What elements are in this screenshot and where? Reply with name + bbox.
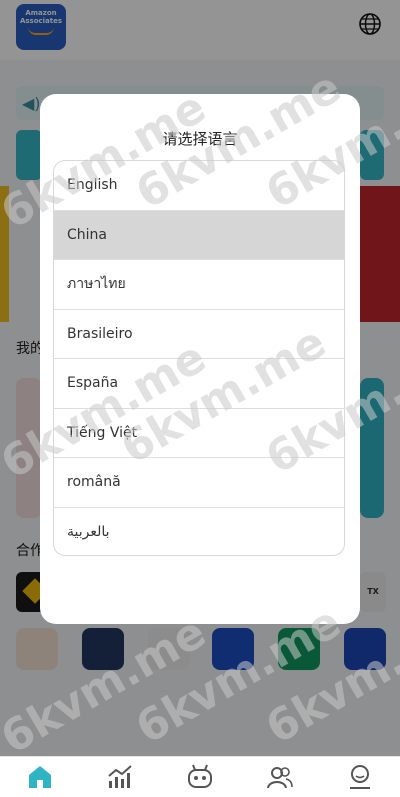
chart-icon[interactable] [106, 763, 134, 791]
language-option-vietnamese[interactable]: Tiếng Việt [54, 409, 344, 458]
language-option-brasileiro[interactable]: Brasileiro [54, 310, 344, 359]
language-option-espana[interactable]: España [54, 359, 344, 409]
profile-icon[interactable] [346, 763, 374, 791]
language-option-thai[interactable]: ภาษาไทย [54, 260, 344, 310]
team-icon[interactable] [266, 763, 294, 791]
language-modal: 请选择语言 English China ภาษาไทย Brasileiro E… [40, 94, 360, 624]
home-icon[interactable] [26, 763, 54, 791]
bottom-nav [0, 756, 400, 797]
language-option-english[interactable]: English [54, 161, 344, 211]
modal-title: 请选择语言 [162, 130, 238, 148]
language-option-arabic[interactable]: بالعربية [54, 508, 344, 556]
robot-icon[interactable] [186, 763, 214, 791]
language-list: English China ภาษาไทย Brasileiro España … [53, 160, 345, 556]
language-option-romana[interactable]: română [54, 458, 344, 508]
language-option-china[interactable]: China [54, 210, 344, 260]
